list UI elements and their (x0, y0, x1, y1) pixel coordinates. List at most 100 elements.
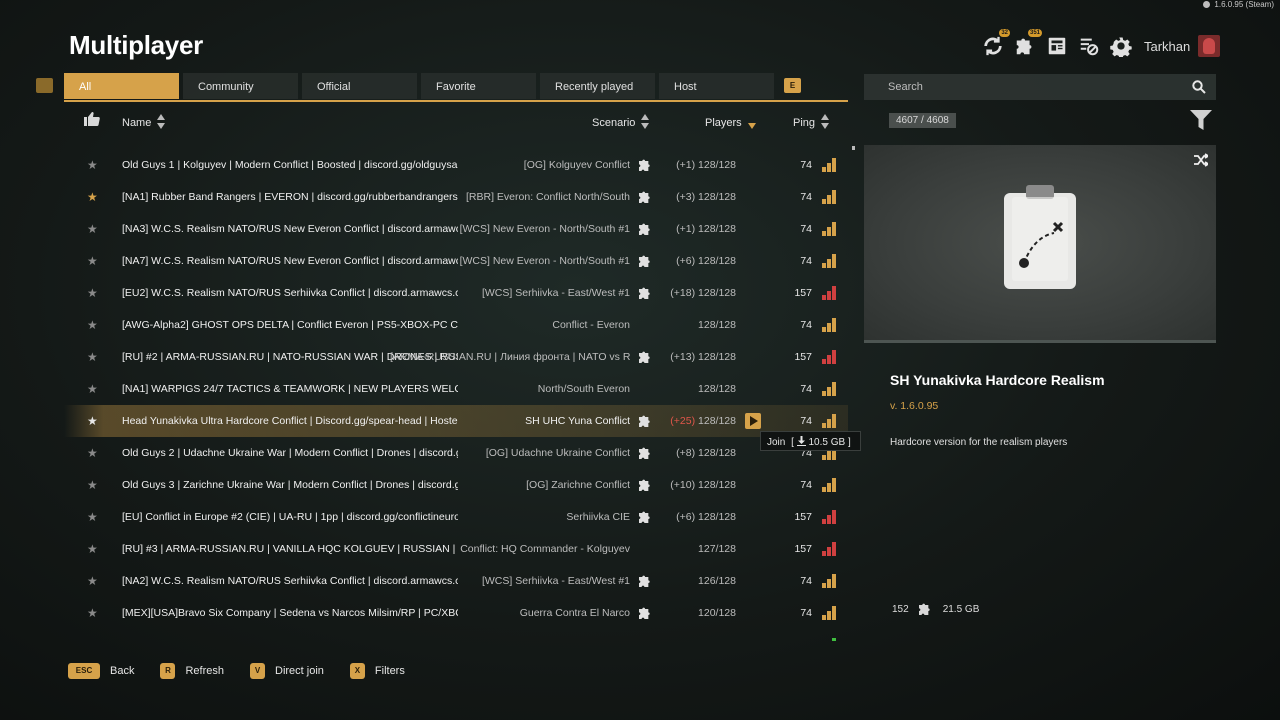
puzzle-icon (639, 479, 650, 491)
server-name: [MEX][USA]Bravo Six Company | Sedena vs … (122, 607, 458, 619)
join-play-button[interactable] (745, 413, 761, 429)
scrollbar[interactable] (852, 146, 855, 640)
tab-all[interactable]: All (64, 73, 179, 99)
server-row[interactable]: ★ [RU] #3 | ARMA-RUSSIAN.RU | VANILLA HQC… (64, 533, 848, 565)
blocklist-icon[interactable] (1076, 33, 1102, 59)
sort-active-icon (747, 114, 756, 129)
tab-official[interactable]: Official (302, 73, 417, 99)
server-preview-image (864, 145, 1216, 343)
tab-community[interactable]: Community (183, 73, 298, 99)
server-name: [RU] #3 | ARMA-RUSSIAN.RU | VANILLA HQC … (122, 543, 458, 555)
thumbs-up-icon[interactable] (84, 112, 100, 126)
avatar[interactable] (1198, 35, 1221, 57)
filter-icon[interactable] (1190, 110, 1212, 130)
favorite-star-icon[interactable]: ★ (87, 446, 98, 460)
favorite-star-icon[interactable]: ★ (87, 382, 98, 396)
server-list[interactable]: ★ Old Guys 1 | Kolguyev | Modern Conflict… (64, 149, 848, 641)
search-box (864, 74, 1216, 100)
player-count: (+3) 128/128 (676, 191, 736, 203)
server-row[interactable]: ★ [EU2] W.C.S. Realism NATO/RUS Serhiivka… (64, 277, 848, 309)
player-queue: (+10) (670, 479, 696, 491)
puzzle-icon[interactable]: 351 (1012, 29, 1042, 59)
server-row[interactable]: ★ [NA2] W.C.S. Realism NATO/RUS Serhiivka… (64, 565, 848, 597)
server-row[interactable]: ★ [RU] #2 | ARMA-RUSSIAN.RU | NATO-RUSSIA… (64, 341, 848, 373)
server-row[interactable]: ★ [EU] Conflict in Europe #2 (CIE) | UA-R… (64, 501, 848, 533)
column-name[interactable]: Name (122, 114, 166, 129)
tab-next-key[interactable]: E (784, 78, 801, 93)
ping-bars-icon (822, 318, 836, 332)
download-size: 10.5 GB (808, 437, 846, 448)
refresh-icon[interactable]: 32 (980, 29, 1010, 59)
column-ping-label: Ping (793, 117, 816, 129)
back-button[interactable]: ESC Back (68, 663, 134, 679)
search-input[interactable] (864, 74, 1184, 100)
favorite-star-icon[interactable]: ★ (87, 318, 98, 332)
player-count: (+25) 128/128 (670, 415, 736, 427)
player-count: 128/128 (698, 319, 736, 331)
scenario-clipboard-icon (1004, 185, 1076, 289)
favorite-star-icon[interactable]: ★ (87, 222, 98, 236)
server-row[interactable]: ★ [MEX][USA]Bravo Six Company | Sedena vs… (64, 597, 848, 629)
column-players[interactable]: Players (705, 114, 756, 129)
tab-favorite[interactable]: Favorite (421, 73, 536, 99)
scrollbar-thumb[interactable] (852, 146, 855, 150)
server-scenario: [OG] Zarichne Conflict (526, 479, 630, 491)
tab-host[interactable]: Host (659, 73, 774, 99)
server-row[interactable]: ★ [NA7] W.C.S. Realism NATO/RUS New Evero… (64, 245, 848, 277)
search-icon[interactable] (1192, 80, 1206, 94)
server-scenario: North/South Everon (537, 383, 630, 395)
server-name: [EU] Conflict in Europe #2 (CIE) | UA-RU… (122, 511, 458, 523)
ping-bars-icon (822, 286, 836, 300)
server-row[interactable]: ★ Old Guys 1 | Kolguyev | Modern Conflict… (64, 149, 848, 181)
server-scenario: [ARMA-RUSSIAN.RU | Линия фронта | NATO v… (390, 351, 630, 363)
players-value: 128/128 (698, 415, 736, 427)
ping-value: 74 (800, 415, 812, 427)
player-queue: (+25) (670, 415, 696, 427)
direct-join-button[interactable]: V Direct join (250, 663, 324, 679)
server-count: 4607 / 4608 (889, 113, 956, 128)
favorite-star-icon[interactable]: ★ (87, 286, 98, 300)
ping-value: 157 (794, 287, 812, 299)
server-row[interactable]: ★ Old Guys 3 | Zarichne Ukraine War | Mod… (64, 469, 848, 501)
favorite-star-icon-active[interactable]: ★ (87, 190, 98, 204)
player-count: (+18) 128/128 (670, 287, 736, 299)
favorite-star-icon[interactable]: ★ (87, 574, 98, 588)
column-scenario[interactable]: Scenario (592, 114, 650, 129)
favorite-star-icon[interactable]: ★ (87, 350, 98, 364)
favorite-star-icon[interactable]: ★ (87, 414, 98, 428)
page-title: Multiplayer (69, 30, 203, 60)
favorite-star-icon[interactable]: ★ (87, 478, 98, 492)
ping-value: 74 (800, 383, 812, 395)
join-tooltip[interactable]: Join [ 10.5 GB ] (760, 431, 861, 451)
player-count: 120/128 (698, 607, 736, 619)
version-text: 1.6.0.95 (Steam) (1214, 0, 1274, 9)
gear-icon[interactable] (1108, 33, 1134, 59)
username[interactable]: Tarkhan (1144, 39, 1190, 54)
server-row[interactable]: ★ [NA1] WARPIGS 24/7 TACTICS & TEAMWORK |… (64, 373, 848, 405)
tab-recently-played[interactable]: Recently played (540, 73, 655, 99)
player-count: (+13) 128/128 (670, 351, 736, 363)
ping-value: 74 (800, 319, 812, 331)
server-row[interactable]: ★ Head Yunakivka Ultra Hardcore Conflict … (64, 405, 848, 437)
puzzle-icon (918, 603, 930, 615)
server-name: [EU2] W.C.S. Realism NATO/RUS Serhiivka … (122, 287, 458, 299)
favorite-star-icon[interactable]: ★ (87, 606, 98, 620)
refresh-button[interactable]: R Refresh (160, 663, 224, 679)
tab-prev-key-icon[interactable] (36, 78, 53, 93)
server-row[interactable]: ★ [NA1] Rubber Band Rangers | EVERON | di… (64, 181, 848, 213)
player-count: (+8) 128/128 (676, 447, 736, 459)
filters-button[interactable]: X Filters (349, 663, 405, 679)
shuffle-icon[interactable] (1194, 153, 1208, 167)
favorite-star-icon[interactable]: ★ (87, 158, 98, 172)
key-esc: ESC (68, 663, 100, 679)
favorite-star-icon[interactable]: ★ (87, 510, 98, 524)
players-value: 128/128 (698, 191, 736, 203)
news-icon[interactable] (1044, 33, 1070, 59)
column-ping[interactable]: Ping (793, 114, 830, 129)
server-row[interactable]: ★ Old Guys 2 | Udachne Ukraine War | Mode… (64, 437, 848, 469)
server-row[interactable]: ★ [NA3] W.C.S. Realism NATO/RUS New Evero… (64, 213, 848, 245)
server-row[interactable]: ★ [AWG-Alpha2] GHOST OPS DELTA | Conflict… (64, 309, 848, 341)
favorite-star-icon[interactable]: ★ (87, 542, 98, 556)
favorite-star-icon[interactable]: ★ (87, 254, 98, 268)
players-value: 128/128 (698, 223, 736, 235)
